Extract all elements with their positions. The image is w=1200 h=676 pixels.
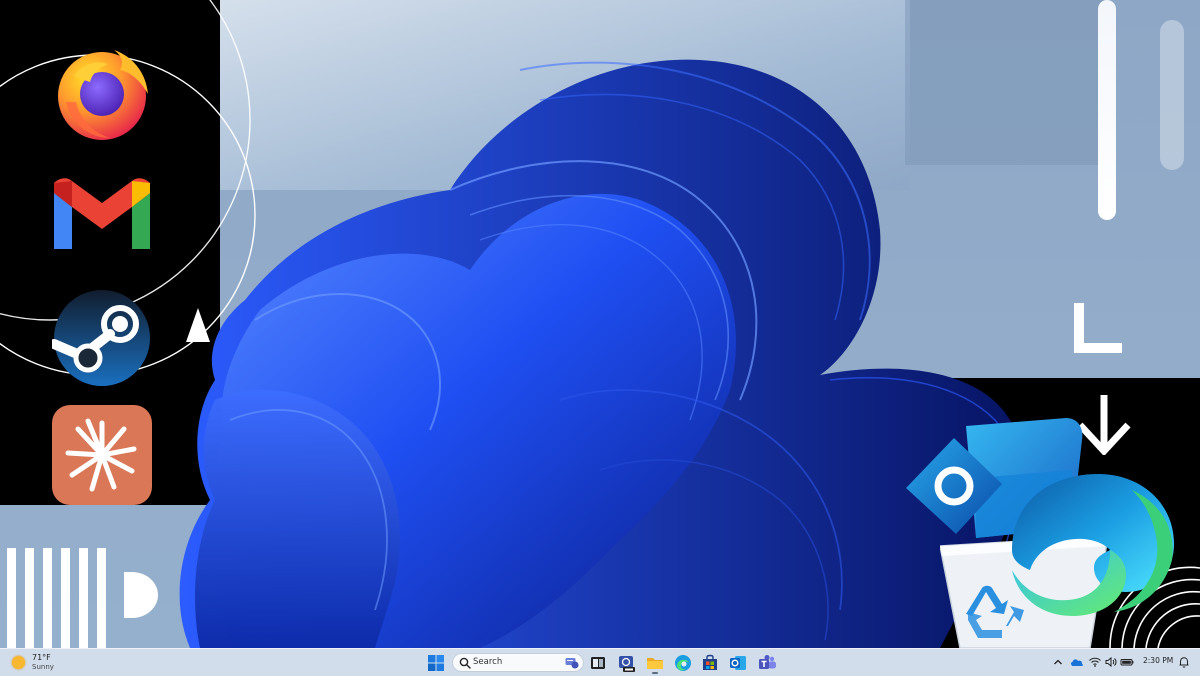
onedrive-button[interactable] — [1070, 655, 1084, 669]
windows-start-icon — [428, 655, 444, 671]
sun-icon — [12, 656, 25, 669]
notifications-button[interactable] — [1177, 655, 1191, 669]
gmail-icon[interactable] — [52, 175, 152, 275]
chevron-up-icon — [1054, 659, 1062, 665]
edge-icon[interactable] — [1002, 470, 1178, 620]
outlook-icon — [730, 656, 746, 670]
start-button[interactable] — [426, 653, 446, 673]
active-indicator — [652, 672, 658, 674]
steam-icon[interactable] — [52, 288, 152, 388]
weather-widget[interactable]: 71°F Sunny — [10, 652, 70, 674]
edge-icon — [675, 655, 691, 671]
outlook-button[interactable] — [728, 653, 748, 673]
firefox-icon[interactable] — [52, 42, 152, 142]
desktop — [0, 0, 1200, 648]
task-view-icon — [591, 657, 605, 669]
search-box[interactable]: Search — [452, 653, 584, 672]
microsoft-store-button[interactable] — [700, 653, 720, 673]
claude-icon[interactable] — [52, 405, 152, 505]
taskbar: 71°F Sunny Search 2:30 PM — [0, 648, 1200, 676]
file-explorer-button[interactable] — [645, 653, 665, 673]
search-label: Search — [473, 657, 503, 667]
search-highlight-icon — [565, 658, 579, 669]
weather-temperature: 71°F — [32, 653, 51, 662]
onedrive-icon — [1070, 659, 1083, 666]
bell-icon — [1179, 657, 1189, 668]
microsoft-store-icon — [703, 654, 717, 670]
file-explorer-icon — [647, 658, 663, 669]
task-view-button[interactable] — [588, 653, 608, 673]
volume-icon — [1105, 656, 1117, 668]
show-hidden-icons-button[interactable] — [1051, 655, 1065, 669]
teams-button[interactable] — [757, 653, 777, 673]
network-button[interactable] — [1088, 655, 1102, 669]
battery-icon — [1120, 659, 1134, 666]
edge-button[interactable] — [673, 653, 693, 673]
volume-button[interactable] — [1104, 655, 1118, 669]
teams-icon — [759, 655, 776, 669]
wifi-icon — [1089, 657, 1101, 667]
zoomit-icon — [619, 656, 635, 672]
battery-button[interactable] — [1120, 655, 1134, 669]
zoomit-button[interactable] — [617, 653, 637, 673]
weather-condition: Sunny — [32, 663, 54, 671]
search-icon — [459, 657, 471, 669]
triangle-shape — [186, 308, 210, 342]
clock[interactable]: 2:30 PM — [1143, 656, 1173, 665]
corner-shape — [1074, 303, 1122, 353]
